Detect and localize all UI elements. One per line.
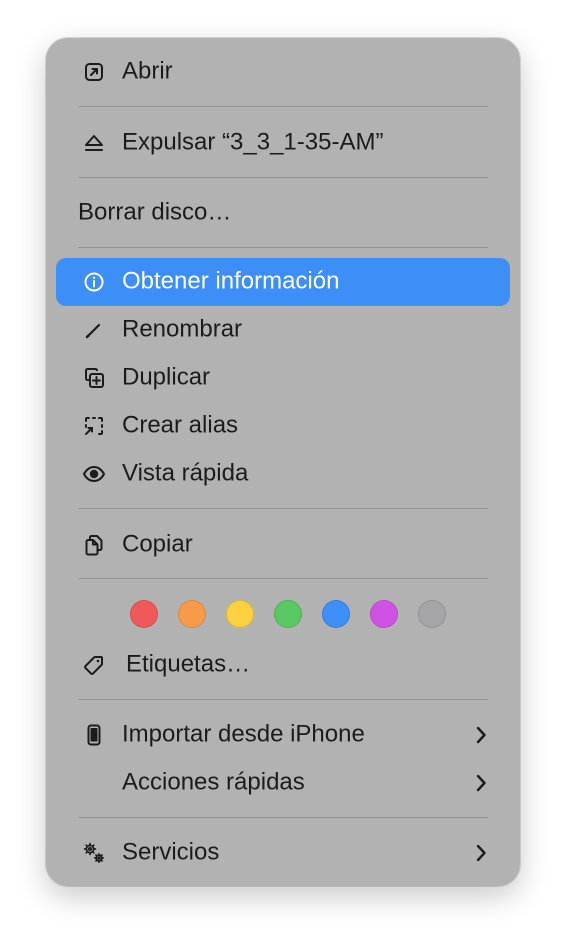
- tag-color-red[interactable]: [130, 600, 158, 628]
- tag-color-purple[interactable]: [370, 600, 398, 628]
- menu-item-etiquetas[interactable]: Etiquetas…: [56, 641, 510, 689]
- menu-item-abrir[interactable]: Abrir: [56, 48, 510, 96]
- menu-separator: [78, 177, 488, 178]
- menu-item-label: Abrir: [122, 57, 173, 85]
- menu-item-importar-desde-iphone[interactable]: Importar desde iPhone: [56, 711, 510, 759]
- menu-item-label: Obtener información: [122, 267, 340, 295]
- gears-icon: [82, 841, 106, 865]
- duplicate-icon: [82, 366, 106, 390]
- tag-color-blue[interactable]: [322, 600, 350, 628]
- iphone-icon: [82, 723, 106, 747]
- alias-icon: [82, 414, 106, 438]
- menu-item-vista-rapida[interactable]: Vista rápida: [56, 450, 510, 498]
- tag-color-yellow[interactable]: [226, 600, 254, 628]
- menu-separator: [78, 508, 488, 509]
- menu-item-label: Renombrar: [122, 315, 243, 343]
- menu-item-label: Copiar: [122, 530, 193, 558]
- menu-separator: [78, 578, 488, 579]
- menu-separator: [78, 699, 488, 700]
- tag-color-orange[interactable]: [178, 600, 206, 628]
- menu-item-borrar-disco[interactable]: Borrar disco…: [56, 189, 510, 237]
- menu-separator: [78, 247, 488, 248]
- menu-item-label: Servicios: [122, 838, 220, 866]
- open-arrow-icon: [82, 60, 106, 84]
- menu-item-label: Importar desde iPhone: [122, 720, 365, 748]
- pencil-icon: [82, 318, 106, 342]
- info-icon: [82, 270, 106, 294]
- chevron-right-icon: [476, 726, 486, 744]
- copy-icon: [82, 533, 106, 557]
- menu-item-acciones-rapidas[interactable]: Acciones rápidas: [56, 759, 510, 807]
- menu-item-obtener-informacion[interactable]: Obtener información: [56, 258, 510, 306]
- menu-item-label: Etiquetas…: [126, 650, 251, 678]
- menu-item-servicios[interactable]: Servicios: [56, 829, 510, 877]
- menu-item-label: Duplicar: [122, 363, 211, 391]
- menu-item-duplicar[interactable]: Duplicar: [56, 354, 510, 402]
- menu-item-copiar[interactable]: Copiar: [56, 521, 510, 569]
- menu-item-label: Acciones rápidas: [122, 768, 305, 796]
- eject-icon: [82, 131, 106, 155]
- chevron-right-icon: [476, 844, 486, 862]
- chevron-right-icon: [476, 774, 486, 792]
- menu-item-label: Borrar disco…: [78, 198, 232, 226]
- menu-item-expulsar[interactable]: Expulsar “3_3_1-35-AM”: [56, 119, 510, 167]
- menu-separator: [78, 817, 488, 818]
- menu-item-label: Expulsar “3_3_1-35-AM”: [122, 128, 384, 156]
- menu-item-label: Crear alias: [122, 411, 239, 439]
- tag-color-row: [46, 598, 520, 630]
- eye-icon: [82, 462, 106, 486]
- tag-color-gray[interactable]: [418, 600, 446, 628]
- menu-item-label: Vista rápida: [122, 459, 249, 487]
- tag-color-green[interactable]: [274, 600, 302, 628]
- menu-separator: [78, 106, 488, 107]
- menu-item-crear-alias[interactable]: Crear alias: [56, 402, 510, 450]
- menu-item-renombrar[interactable]: Renombrar: [56, 306, 510, 354]
- context-menu: Abrir Expulsar “3_3_1-35-AM” Borrar disc…: [46, 38, 520, 886]
- tag-icon: [82, 653, 106, 677]
